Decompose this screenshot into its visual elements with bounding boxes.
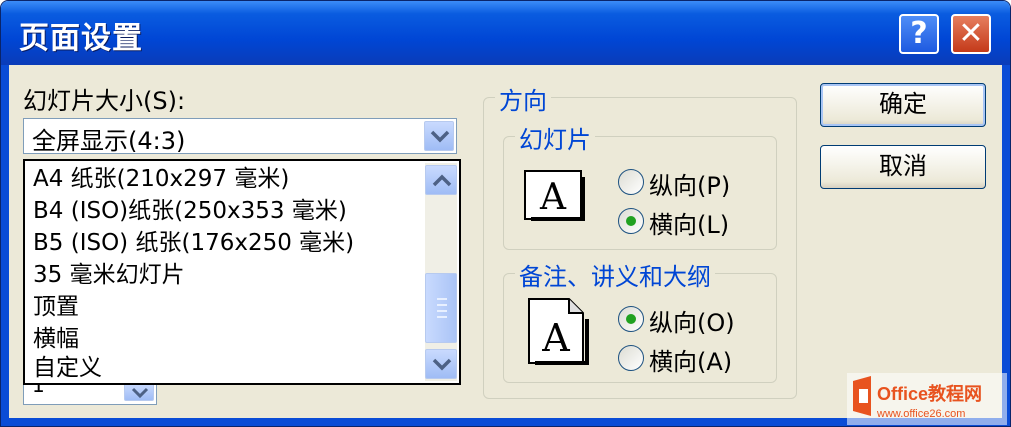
chevron-down-icon (131, 387, 149, 399)
chevron-down-icon (432, 358, 452, 371)
slide-size-label: 幻灯片大小(S): (23, 87, 186, 115)
slide-width-field-partial[interactable]: 1 (23, 373, 157, 405)
slide-size-list[interactable]: A4 纸张(210x297 毫米) B4 (ISO)纸张(250x353 毫米)… (23, 159, 461, 385)
svg-text:A: A (539, 177, 567, 218)
list-item[interactable]: A4 纸张(210x297 毫米) (33, 164, 289, 194)
slide-size-combobox[interactable]: 全屏显示(4:3) (23, 118, 457, 155)
cancel-button[interactable]: 取消 (820, 145, 986, 189)
slides-landscape-radio[interactable] (618, 208, 644, 234)
list-item[interactable]: B5 (ISO) 纸张(176x250 毫米) (33, 228, 354, 258)
ok-button[interactable]: 确定 (820, 83, 986, 127)
chevron-down-icon (430, 130, 450, 143)
list-item[interactable]: 横幅 (33, 324, 79, 354)
slide-width-spinner-button[interactable] (124, 383, 154, 401)
landscape-page-icon: A (524, 170, 585, 221)
svg-text:A: A (541, 316, 570, 360)
notes-portrait-radio[interactable] (618, 306, 644, 332)
help-button[interactable]: ? (899, 14, 939, 54)
close-button[interactable]: ✕ (951, 14, 991, 54)
slides-orientation-label: 幻灯片 (515, 120, 595, 155)
scroll-down-button[interactable] (425, 349, 457, 379)
slides-portrait-radio[interactable] (618, 169, 644, 195)
svg-text:Office教程网: Office教程网 (877, 383, 982, 404)
notes-orientation-label: 备注、讲义和大纲 (515, 257, 715, 292)
list-item[interactable]: 35 毫米幻灯片 (33, 260, 185, 290)
slides-portrait-label: 纵向(P) (649, 172, 731, 200)
svg-text:www.office26.com: www.office26.com (876, 408, 965, 420)
notes-landscape-label: 横向(A) (649, 348, 733, 376)
list-item[interactable]: B4 (ISO)纸张(250x353 毫米) (33, 196, 347, 226)
list-scrollbar[interactable] (425, 163, 457, 381)
window-frame-right (1002, 65, 1010, 426)
title-bar[interactable]: 页面设置 ? ✕ (1, 1, 1010, 65)
list-item[interactable]: 顶置 (33, 292, 79, 322)
chevron-up-icon (432, 174, 452, 187)
list-item[interactable]: 自定义 (33, 353, 102, 383)
slide-size-dropdown-button[interactable] (424, 121, 454, 151)
dialog-title: 页面设置 (19, 21, 143, 56)
scroll-thumb[interactable] (425, 273, 457, 343)
orientation-label: 方向 (495, 81, 551, 116)
slide-size-selected: 全屏显示(4:3) (32, 127, 186, 155)
notes-landscape-radio[interactable] (618, 345, 644, 371)
office26-watermark-logo: Office教程网 www.office26.com (847, 373, 1007, 425)
slides-landscape-label: 横向(L) (649, 211, 730, 239)
notes-portrait-label: 纵向(O) (649, 309, 735, 337)
scroll-up-button[interactable] (425, 165, 457, 195)
window-frame-left (1, 65, 9, 426)
page-setup-dialog: 页面设置 ? ✕ 幻灯片大小(S): 全屏显示(4:3) 1 A4 纸张(210… (0, 0, 1011, 427)
portrait-page-icon: A (528, 298, 589, 365)
